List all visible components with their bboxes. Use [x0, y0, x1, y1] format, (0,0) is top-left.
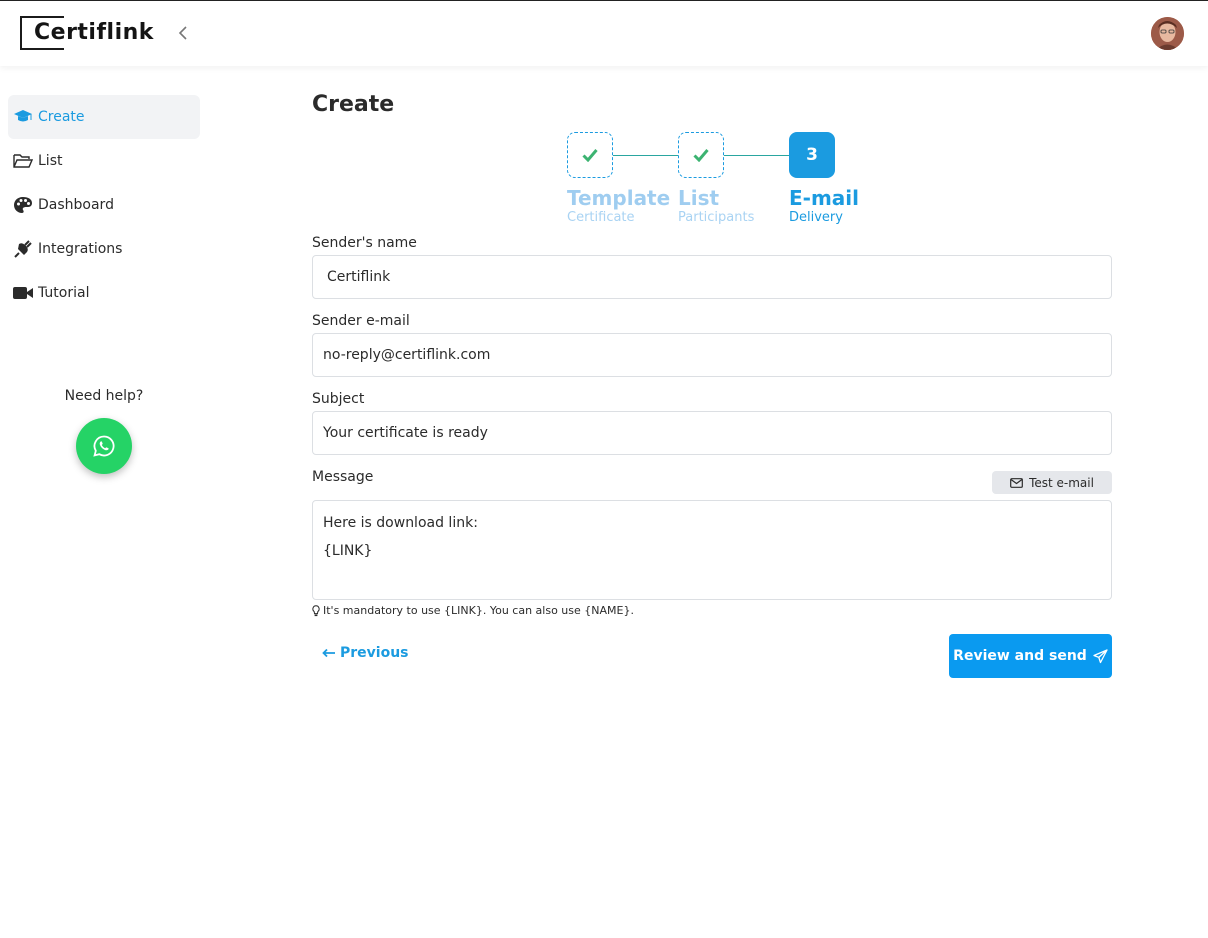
sidebar-item-label: Tutorial — [38, 285, 90, 301]
message-line-1: Here is download link: — [323, 515, 478, 531]
sender-name-label: Sender's name — [312, 235, 417, 251]
message-line-2: {LINK} — [323, 543, 373, 559]
sidebar-item-label: List — [38, 153, 63, 169]
sidebar-item-list[interactable]: List — [8, 139, 200, 183]
plug-icon — [12, 240, 34, 258]
test-email-label: Test e-mail — [1029, 475, 1094, 490]
review-and-send-button[interactable]: Review and send — [949, 634, 1112, 678]
message-textarea[interactable]: Here is download link: {LINK} — [312, 500, 1112, 600]
lightbulb-icon — [312, 604, 320, 617]
step-2-subtitle: Participants — [678, 210, 755, 225]
sender-name-input[interactable] — [312, 255, 1112, 299]
sidebar-item-label: Create — [38, 109, 85, 125]
sidebar-item-tutorial[interactable]: Tutorial — [8, 271, 200, 315]
help-label: Need help? — [64, 388, 144, 404]
sidebar-item-create[interactable]: Create — [8, 95, 200, 139]
check-icon — [582, 148, 598, 162]
video-camera-icon — [12, 284, 34, 302]
palette-icon — [12, 196, 34, 214]
step-2-title: List — [678, 186, 720, 210]
whatsapp-icon — [92, 434, 116, 458]
graduation-cap-icon — [12, 108, 34, 126]
step-3-box[interactable]: 3 — [789, 132, 835, 178]
check-icon — [693, 148, 709, 162]
subject-input[interactable] — [312, 411, 1112, 455]
envelope-icon — [1010, 477, 1023, 488]
folder-open-icon — [12, 152, 34, 170]
previous-label: Previous — [340, 645, 409, 661]
sender-email-input[interactable] — [312, 333, 1112, 377]
hint-label: It's mandatory to use {LINK}. You can al… — [323, 604, 634, 617]
sender-email-label: Sender e-mail — [312, 313, 410, 329]
sidebar-item-label: Integrations — [38, 241, 123, 257]
sidebar-item-integrations[interactable]: Integrations — [8, 227, 200, 271]
sidebar: Create List Dashboard Integrations Tutor… — [0, 66, 210, 938]
chevron-left-icon[interactable] — [174, 22, 192, 44]
previous-button[interactable]: Previous — [322, 645, 409, 661]
step-1-title: Template — [567, 186, 671, 210]
step-2-box[interactable] — [678, 132, 724, 178]
step-1-box[interactable] — [567, 132, 613, 178]
user-avatar[interactable] — [1151, 17, 1184, 50]
step-connector — [613, 155, 678, 156]
test-email-button[interactable]: Test e-mail — [992, 471, 1112, 494]
whatsapp-button[interactable] — [76, 418, 132, 474]
step-1-subtitle: Certificate — [567, 210, 635, 225]
paper-plane-icon — [1093, 648, 1108, 664]
logo-text: Certiflink — [34, 20, 154, 45]
sidebar-item-label: Dashboard — [38, 197, 114, 213]
subject-label: Subject — [312, 391, 365, 407]
message-label: Message — [312, 469, 374, 485]
hint-text: It's mandatory to use {LINK}. You can al… — [312, 604, 634, 617]
top-bar: Certiflink — [0, 0, 1208, 66]
arrow-left-icon — [322, 648, 336, 658]
logo[interactable]: Certiflink — [20, 16, 154, 50]
page-title: Create — [312, 92, 395, 117]
step-connector — [724, 155, 789, 156]
step-3-subtitle: Delivery — [789, 210, 843, 225]
review-and-send-label: Review and send — [953, 648, 1087, 664]
sidebar-item-dashboard[interactable]: Dashboard — [8, 183, 200, 227]
step-3-title: E-mail — [789, 186, 860, 210]
